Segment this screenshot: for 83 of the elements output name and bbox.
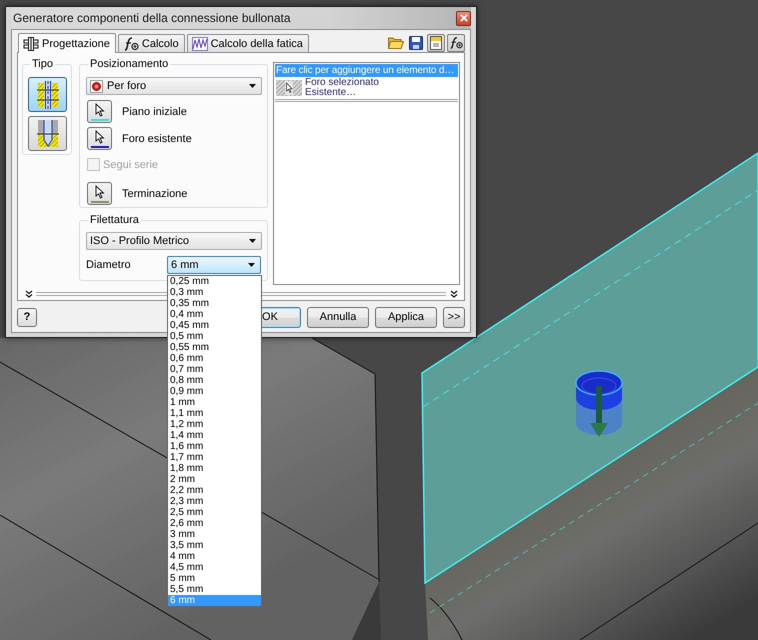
- list-item-text: Esistente…: [305, 88, 358, 98]
- arrow-icon: [590, 386, 608, 437]
- save-icon: [409, 36, 423, 50]
- dropdown-option[interactable]: 2,2 mm: [168, 485, 261, 496]
- dropdown-option[interactable]: 0,3 mm: [168, 287, 261, 298]
- caret-icon: [248, 263, 255, 267]
- caret-icon: [249, 239, 256, 243]
- formula-icon: [449, 36, 463, 50]
- dropdown-option[interactable]: 2,5 mm: [168, 507, 261, 518]
- dropdown-value: 6 mm: [171, 259, 199, 271]
- dropdown-option[interactable]: 0,8 mm: [168, 375, 261, 386]
- dropdown-option[interactable]: 4,5 mm: [168, 562, 261, 573]
- through-bolt-icon: [36, 80, 58, 108]
- dropdown-option[interactable]: 1 mm: [168, 397, 261, 408]
- field-label: Diametro: [86, 259, 132, 271]
- cursor-icon: [94, 130, 104, 144]
- dropdown-option[interactable]: 2 mm: [168, 474, 261, 485]
- select-button[interactable]: [87, 127, 112, 150]
- dropdown-option[interactable]: 2,6 mm: [168, 518, 261, 529]
- select-button[interactable]: [87, 100, 112, 123]
- bolted-joint-icon: [23, 36, 39, 50]
- group-title: Posizionamento: [89, 58, 170, 71]
- dropdown-option[interactable]: 1,8 mm: [168, 463, 261, 474]
- double-chevron-icon: [24, 290, 32, 298]
- checkbox-label: Segui serie: [103, 158, 158, 170]
- dropdown-option[interactable]: 1,1 mm: [168, 408, 261, 419]
- formula-button[interactable]: [447, 34, 465, 52]
- document-button[interactable]: [427, 34, 445, 52]
- help-button[interactable]: ?: [17, 308, 37, 326]
- group-title: Tipo: [31, 58, 54, 71]
- dropdown-option[interactable]: 0,55 mm: [168, 342, 261, 353]
- dropdown-option[interactable]: 2,3 mm: [168, 496, 261, 507]
- formula-icon: [122, 36, 139, 50]
- through-bolt-button[interactable]: [28, 77, 67, 112]
- tab[interactable]: Calcolo della fatica: [186, 34, 309, 52]
- blind-bolt-icon: [36, 120, 58, 148]
- dialog-button[interactable]: Applica: [375, 306, 437, 328]
- dialog-button[interactable]: >>: [443, 306, 465, 328]
- double-chevron-icon: [450, 290, 458, 298]
- dropdown-option[interactable]: 3 mm: [168, 529, 261, 540]
- close-button[interactable]: [456, 10, 471, 26]
- expand-button[interactable]: [449, 289, 458, 298]
- group-title: Filettatura: [89, 214, 140, 227]
- dropdown-option[interactable]: 0,7 mm: [168, 364, 261, 375]
- dialog-button[interactable]: Annulla: [307, 306, 369, 328]
- option-label: Foro esistente: [122, 132, 192, 144]
- diameter-dropdown[interactable]: 6 mm: [167, 256, 261, 274]
- dropdown-option[interactable]: 0,6 mm: [168, 353, 261, 364]
- window-title: Generatore componenti della connessione bullonata: [13, 11, 291, 25]
- dropdown-option[interactable]: 4 mm: [168, 551, 261, 562]
- blind-bolt-button[interactable]: [28, 116, 67, 151]
- select-button[interactable]: [87, 182, 112, 205]
- tab[interactable]: Calcolo: [118, 34, 185, 52]
- close-icon: [460, 14, 468, 22]
- expand-button[interactable]: [24, 289, 33, 298]
- cursor-icon: [94, 184, 104, 198]
- dropdown-option[interactable]: 5 mm: [168, 573, 261, 584]
- dropdown-option[interactable]: 0,9 mm: [168, 386, 261, 397]
- cursor-icon: [94, 102, 104, 116]
- dropdown-option[interactable]: 5,5 mm: [168, 584, 261, 595]
- dropdown-option[interactable]: 0,25 mm: [168, 276, 261, 287]
- dropdown-option[interactable]: 1,6 mm: [168, 441, 261, 452]
- method-dropdown[interactable]: Per foro: [86, 77, 262, 95]
- dropdown-option[interactable]: 1,4 mm: [168, 430, 261, 441]
- list-item[interactable]: Foro selezionato Esistente…: [275, 77, 458, 102]
- document-icon: [429, 35, 443, 50]
- dot-icon: [90, 80, 103, 92]
- folder-icon: [388, 36, 404, 49]
- dropdown-option[interactable]: 0,5 mm: [168, 331, 261, 342]
- dropdown-option[interactable]: 1,7 mm: [168, 452, 261, 463]
- option-label: Piano iniziale: [122, 106, 187, 118]
- dropdown-option[interactable]: 3,5 mm: [168, 540, 261, 551]
- option-label: Terminazione: [122, 188, 188, 200]
- dropdown-option[interactable]: 0,35 mm: [168, 298, 261, 309]
- tab[interactable]: Progettazione: [18, 33, 116, 53]
- list-item-text: Foro selezionato: [305, 78, 379, 88]
- save-button[interactable]: [407, 34, 425, 52]
- dropdown-value: Per foro: [107, 80, 146, 92]
- caret-icon: [249, 84, 256, 88]
- hatched-cursor-icon: [276, 80, 302, 96]
- dropdown-option[interactable]: 1,2 mm: [168, 419, 261, 430]
- dropdown-value: ISO - Profilo Metrico: [90, 235, 190, 247]
- thread-dropdown[interactable]: ISO - Profilo Metrico: [86, 232, 262, 250]
